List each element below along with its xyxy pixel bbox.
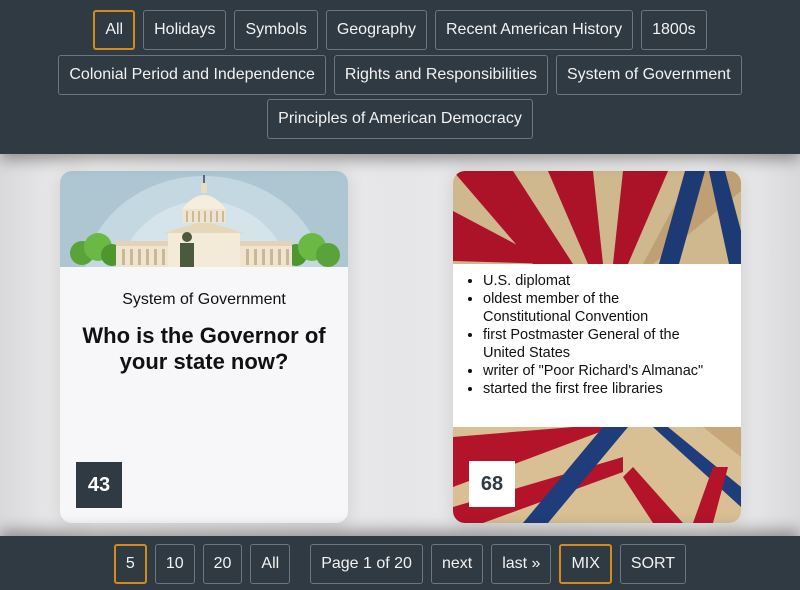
clue-item: oldest member of the Constitutional Conv… bbox=[483, 290, 741, 326]
capitol-building-icon bbox=[60, 171, 348, 267]
card-number-badge: 43 bbox=[76, 462, 122, 508]
page-indicator: Page 1 of 20 bbox=[310, 544, 423, 584]
filter-row-1: All Holidays Symbols Geography Recent Am… bbox=[0, 10, 800, 50]
filter-1800s-button[interactable]: 1800s bbox=[641, 10, 707, 50]
filter-all-button[interactable]: All bbox=[93, 10, 136, 50]
flag-sunburst-icon bbox=[453, 171, 741, 264]
filter-symbols-button[interactable]: Symbols bbox=[234, 10, 318, 50]
page-size-20-button[interactable]: 20 bbox=[202, 544, 243, 584]
mix-button[interactable]: MIX bbox=[559, 544, 612, 584]
filter-row-3: Principles of American Democracy bbox=[0, 99, 800, 139]
flashcard-stage: System of Government Who is the Governor… bbox=[0, 154, 800, 536]
page-size-all-button[interactable]: All bbox=[250, 544, 291, 584]
pager-bar: 5 10 20 All Page 1 of 20 next last » MIX… bbox=[0, 536, 800, 590]
card-number-badge: 68 bbox=[469, 461, 515, 507]
filter-row-2: Colonial Period and Independence Rights … bbox=[0, 55, 800, 95]
filter-rights-responsibilities-button[interactable]: Rights and Responsibilities bbox=[333, 55, 548, 95]
page-size-10-button[interactable]: 10 bbox=[154, 544, 195, 584]
clue-list-panel: U.S. diplomat oldest member of the Const… bbox=[453, 264, 741, 427]
filter-recent-american-history-button[interactable]: Recent American History bbox=[435, 10, 634, 50]
filter-colonial-period-button[interactable]: Colonial Period and Independence bbox=[58, 55, 326, 95]
card-category: System of Government bbox=[122, 291, 286, 308]
clue-item: started the first free libraries bbox=[483, 380, 741, 398]
clue-list: U.S. diplomat oldest member of the Const… bbox=[453, 264, 741, 398]
filter-system-of-government-button[interactable]: System of Government bbox=[556, 55, 742, 95]
filter-holidays-button[interactable]: Holidays bbox=[143, 10, 227, 50]
last-page-button[interactable]: last » bbox=[491, 544, 552, 584]
sort-button[interactable]: SORT bbox=[619, 544, 687, 584]
flashcard-question[interactable]: System of Government Who is the Governor… bbox=[60, 171, 348, 523]
flashcard-answer-clues[interactable]: U.S. diplomat oldest member of the Const… bbox=[453, 171, 741, 523]
filter-principles-democracy-button[interactable]: Principles of American Democracy bbox=[267, 99, 533, 139]
clue-item: writer of "Poor Richard's Almanac" bbox=[483, 362, 741, 380]
clue-item: first Postmaster General of the United S… bbox=[483, 326, 741, 362]
page-size-5-button[interactable]: 5 bbox=[113, 544, 147, 584]
clue-item: U.S. diplomat bbox=[483, 272, 741, 290]
pager-controls: 5 10 20 All Page 1 of 20 next last » MIX… bbox=[0, 544, 800, 584]
card-question-text: Who is the Governor of your state now? bbox=[82, 323, 326, 375]
filter-geography-button[interactable]: Geography bbox=[325, 10, 427, 50]
next-page-button[interactable]: next bbox=[430, 544, 484, 584]
category-filter-bar: All Holidays Symbols Geography Recent Am… bbox=[0, 0, 800, 154]
